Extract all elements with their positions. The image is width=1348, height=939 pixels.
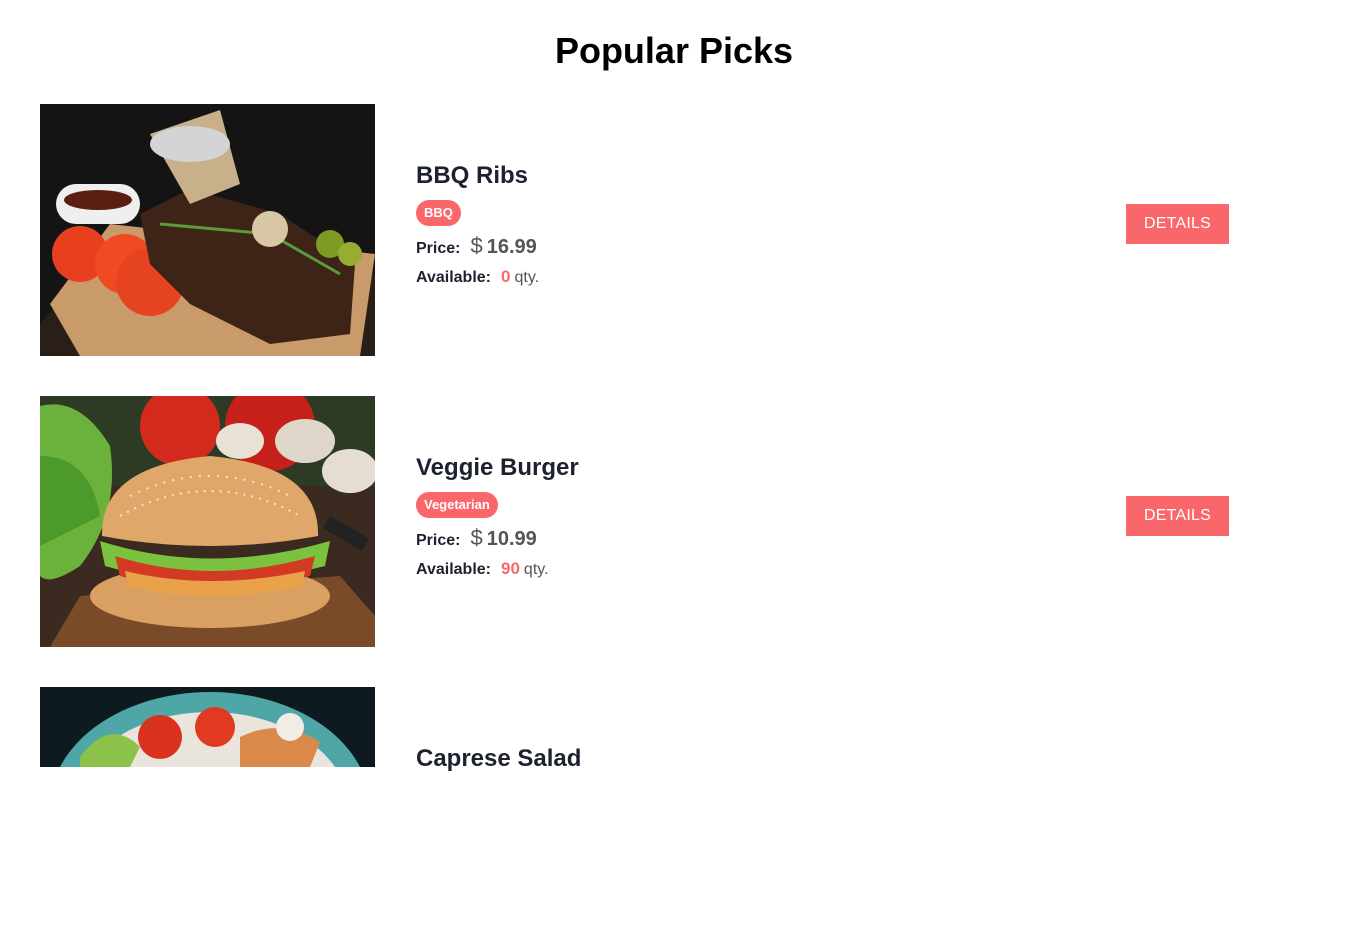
category-badge: BBQ	[416, 200, 461, 226]
available-label: Available:	[416, 269, 491, 286]
product-info: Caprese Salad	[416, 743, 581, 783]
price-value: 16.99	[486, 236, 537, 258]
dollar-icon: $	[470, 525, 483, 550]
availability-row: Available: 0 qty.	[416, 265, 539, 290]
category-badge: Vegetarian	[416, 492, 498, 518]
quantity-value: 0	[501, 267, 511, 286]
price-label: Price:	[416, 532, 461, 549]
veggie-burger-image	[40, 396, 375, 648]
price-row: Price: $10.99	[416, 526, 579, 553]
details-button[interactable]: DETAILS	[1126, 496, 1229, 536]
price-label: Price:	[416, 240, 461, 257]
quantity-value: 90	[501, 559, 520, 578]
product-name: BBQ Ribs	[416, 162, 529, 189]
quantity-unit: qty.	[523, 561, 549, 578]
product-info: BBQ Ribs BBQ Price: $16.99 Available: 0 qty…	[416, 160, 539, 290]
product-info: Veggie Burger Vegetarian Price: $10.99 Av…	[416, 452, 579, 582]
quantity-unit: qty.	[514, 269, 540, 286]
product-card: Caprese Salad	[40, 687, 1308, 939]
price-value: 10.99	[486, 528, 537, 550]
dollar-icon: $	[470, 233, 483, 258]
page-title: Popular Picks	[554, 30, 794, 71]
product-card: Veggie Burger Vegetarian Price: $10.99 Av…	[40, 396, 1308, 648]
product-name: Veggie Burger	[416, 454, 579, 481]
price-row: Price: $16.99	[416, 234, 539, 261]
product-name: Caprese Salad	[416, 745, 582, 772]
availability-row: Available: 90 qty.	[416, 557, 579, 582]
details-button[interactable]: DETAILS	[1126, 204, 1229, 244]
caprese-salad-image	[40, 687, 375, 767]
bbq-ribs-image	[40, 104, 375, 356]
available-label: Available:	[416, 561, 491, 578]
product-card: BBQ Ribs BBQ Price: $16.99 Available: 0 qty…	[40, 104, 1308, 356]
